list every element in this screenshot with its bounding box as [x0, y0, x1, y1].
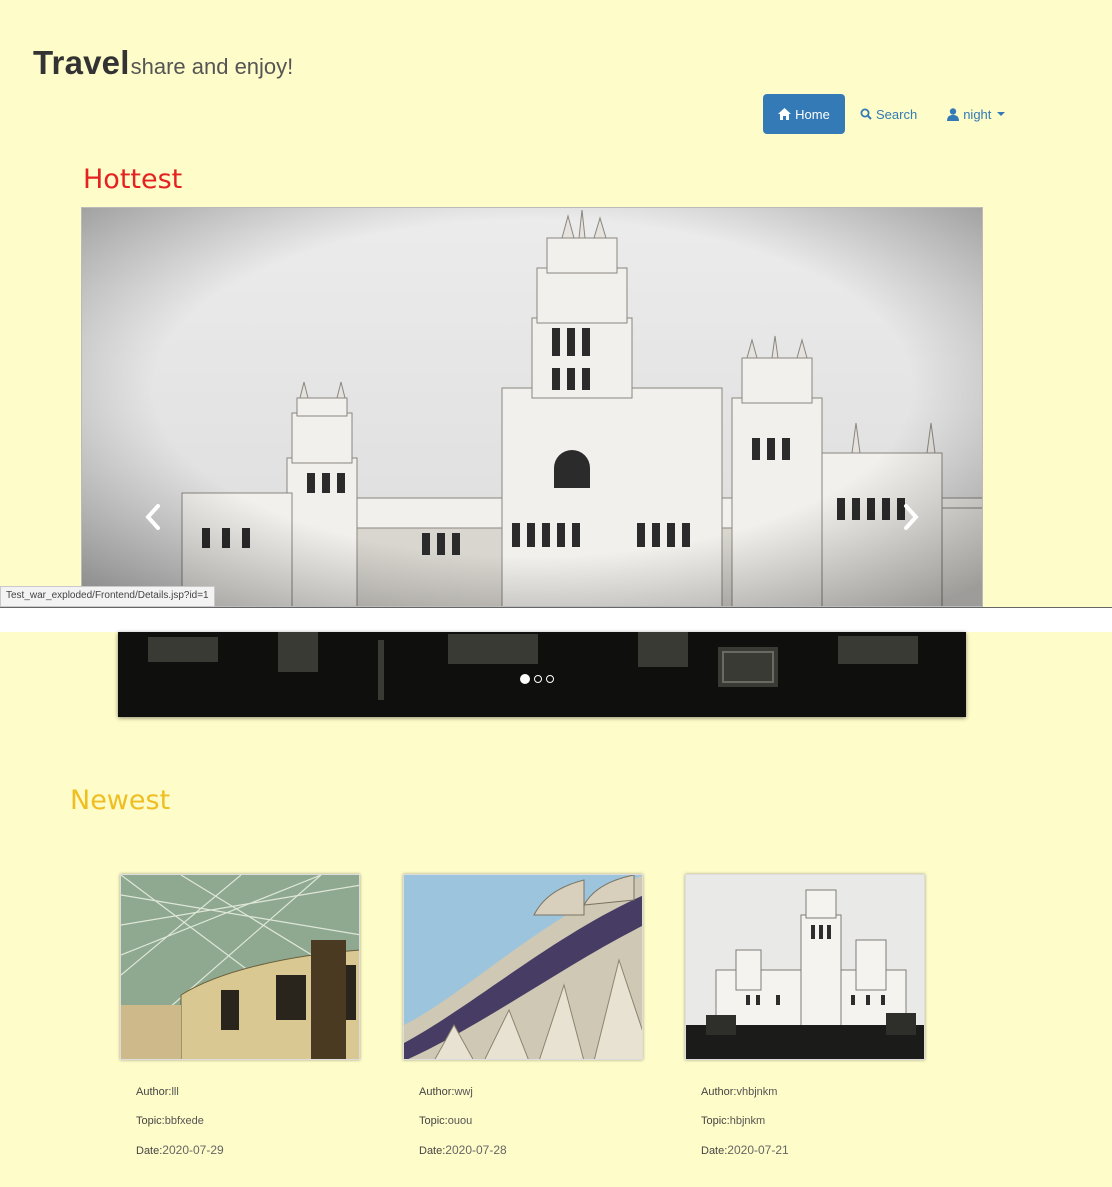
carousel-prev-control[interactable]	[138, 495, 168, 539]
carousel-next-control[interactable]	[896, 495, 926, 539]
carousel-slide-image[interactable]	[81, 207, 983, 607]
card-thumbnail-palace[interactable]	[685, 874, 925, 1060]
nav-search-label: Search	[876, 106, 918, 122]
date-value: 2020-07-28	[445, 1143, 507, 1157]
newest-card: Author:lll Topic:bbfxede Date:2020-07-29	[120, 874, 360, 1166]
nav-user-label: night	[963, 106, 992, 122]
author-value: lll	[171, 1086, 179, 1098]
card-meta: Author:vhbjnkm Topic:hbjnkm Date:2020-07…	[701, 1078, 925, 1166]
screenshot-seam	[0, 607, 1112, 632]
topic-label: Topic:	[136, 1115, 165, 1127]
brand-tagline: share and enjoy!	[130, 54, 294, 79]
nav-search[interactable]: Search	[845, 94, 932, 134]
chevron-left-icon	[145, 504, 160, 530]
home-icon	[778, 108, 792, 120]
author-label: Author:	[136, 1086, 172, 1098]
author-label: Author:	[419, 1086, 455, 1098]
card-meta: Author:wwj Topic:ouou Date:2020-07-28	[419, 1078, 643, 1166]
carousel-indicator-3[interactable]	[546, 675, 554, 683]
carousel-indicators	[520, 674, 554, 684]
newest-heading: Newest	[70, 785, 171, 816]
palace-photo	[82, 208, 982, 606]
card-meta: Author:lll Topic:bbfxede Date:2020-07-29	[136, 1078, 360, 1166]
hottest-heading: Hottest	[83, 164, 183, 195]
card-thumbnail-museum[interactable]	[120, 874, 360, 1060]
chevron-right-icon	[904, 504, 919, 530]
search-icon	[860, 108, 872, 120]
date-label: Date:	[136, 1145, 163, 1157]
nav-user-dropdown[interactable]: night	[932, 94, 1020, 134]
user-icon	[947, 107, 960, 121]
browser-status-url: Test_war_exploded/Frontend/Details.jsp?i…	[0, 586, 215, 607]
brand-title: Travel	[33, 44, 130, 81]
site-brand[interactable]: Travelshare and enjoy!	[33, 44, 293, 82]
newest-card: Author:wwj Topic:ouou Date:2020-07-28	[403, 874, 643, 1166]
topic-value: hbjnkm	[729, 1115, 766, 1127]
card-thumbnail-stadium[interactable]	[403, 874, 643, 1060]
date-label: Date:	[701, 1145, 728, 1157]
museum-photo	[121, 875, 359, 1059]
date-value: 2020-07-29	[162, 1143, 224, 1157]
stadium-photo	[404, 875, 642, 1059]
topic-label: Topic:	[701, 1115, 730, 1127]
palace-thumb-photo	[686, 875, 924, 1059]
nav-home-label: Home	[795, 106, 830, 122]
newest-card: Author:vhbjnkm Topic:hbjnkm Date:2020-07…	[685, 874, 925, 1166]
author-label: Author:	[701, 1086, 737, 1098]
topic-value: ouou	[447, 1115, 473, 1127]
topic-label: Topic:	[419, 1115, 448, 1127]
main-nav: Home Search night	[763, 94, 1020, 134]
date-label: Date:	[419, 1145, 446, 1157]
carousel-indicator-1[interactable]	[520, 674, 530, 684]
chevron-down-icon	[997, 112, 1006, 116]
topic-value: bbfxede	[164, 1115, 204, 1127]
author-value: vhbjnkm	[736, 1086, 778, 1098]
carousel-indicator-2[interactable]	[534, 675, 542, 683]
nav-home[interactable]: Home	[763, 94, 845, 134]
date-value: 2020-07-21	[727, 1143, 789, 1157]
author-value: wwj	[454, 1086, 473, 1098]
